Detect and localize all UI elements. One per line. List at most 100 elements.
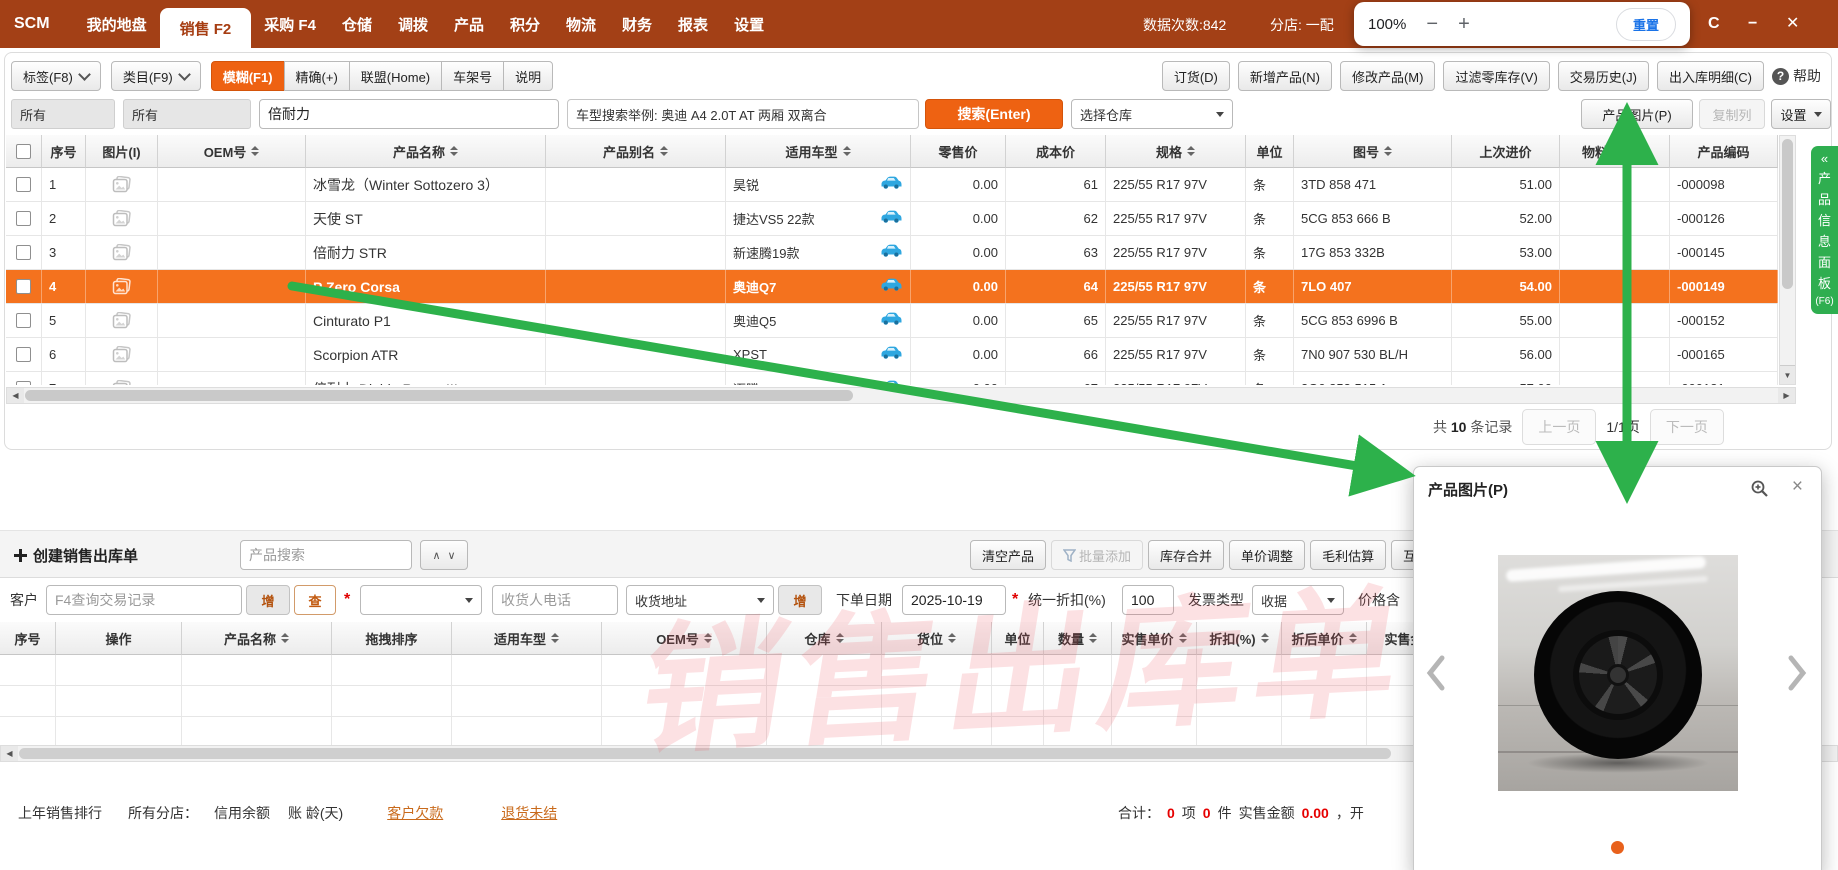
search-button[interactable]: 搜索(Enter) xyxy=(925,99,1063,129)
order-action-button[interactable]: 库存合并 xyxy=(1148,540,1224,570)
nav-tab[interactable]: 设置 xyxy=(721,0,777,48)
search-mode-button[interactable]: 联盟(Home) xyxy=(349,61,442,91)
table-row[interactable]: 3倍耐力 STR新速腾19款0.0063225/55 R17 97V条17G 8… xyxy=(6,236,1778,270)
nav-tab[interactable]: 调拨 xyxy=(385,0,441,48)
horizontal-scrollbar-thumb[interactable] xyxy=(19,748,1391,759)
address-add-button[interactable]: 增 xyxy=(778,585,822,615)
sort-icon[interactable] xyxy=(948,633,956,643)
collapse-down-icon[interactable]: ∨ xyxy=(448,549,456,562)
zoom-reset-button[interactable]: 重置 xyxy=(1616,8,1676,41)
column-header[interactable]: 规格 xyxy=(1106,135,1246,168)
order-action-button[interactable]: 单价调整 xyxy=(1229,540,1305,570)
scroll-left-button[interactable]: ◀ xyxy=(1,746,18,761)
sort-icon[interactable] xyxy=(1187,146,1195,156)
row-checkbox[interactable] xyxy=(16,347,31,362)
collapse-expand-stepper[interactable]: ∧ ∨ xyxy=(420,540,468,570)
return-unsettled-link[interactable]: 退货未结 xyxy=(501,803,557,823)
carousel-next-icon[interactable] xyxy=(1787,655,1807,694)
customer-query-input[interactable]: F4查询交易记录 xyxy=(46,585,242,615)
column-header[interactable]: 产品名称 xyxy=(182,622,332,655)
nav-tab[interactable]: 报表 xyxy=(665,0,721,48)
table-row[interactable]: 1冰雪龙（Winter Sottozero 3）昊锐0.0061225/55 R… xyxy=(6,168,1778,202)
warehouse-select[interactable]: 选择仓库 xyxy=(1071,99,1233,129)
column-header[interactable]: OEM号 xyxy=(602,622,767,655)
sort-icon[interactable] xyxy=(551,633,559,643)
phone-input[interactable]: 收货人电话 xyxy=(492,585,618,615)
zoom-in-button[interactable]: + xyxy=(1458,14,1470,34)
scroll-left-button[interactable]: ◀ xyxy=(7,388,24,403)
column-header[interactable]: 实售单价 xyxy=(1112,622,1197,655)
column-header[interactable]: 货位 xyxy=(882,622,992,655)
sort-icon[interactable] xyxy=(1384,146,1392,156)
row-checkbox[interactable] xyxy=(16,245,31,260)
search-mode-button[interactable]: 模糊(F1) xyxy=(211,61,285,91)
column-header[interactable]: 产品别名 xyxy=(546,135,726,168)
sort-icon[interactable] xyxy=(1179,633,1187,643)
next-page-button[interactable]: 下一页 xyxy=(1650,409,1724,445)
product-action-button[interactable]: 新增产品(N) xyxy=(1238,61,1332,91)
product-search-input[interactable]: 产品搜索 xyxy=(240,540,412,570)
column-header[interactable]: 物料编码 xyxy=(1560,135,1670,168)
nav-tab[interactable]: 产品 xyxy=(441,0,497,48)
invoice-type-select[interactable]: 收据 xyxy=(1252,585,1344,615)
filter-all-1[interactable]: 所有 xyxy=(11,99,115,129)
nav-tab[interactable]: 仓储 xyxy=(329,0,385,48)
sort-icon[interactable] xyxy=(1639,146,1647,156)
filter-dropdown-button[interactable]: 类目(F9) xyxy=(111,61,201,91)
address-select[interactable]: 收货地址 xyxy=(626,585,774,615)
cell-image[interactable] xyxy=(86,236,158,269)
cell-image[interactable] xyxy=(86,338,158,371)
cell-image[interactable] xyxy=(86,270,158,303)
scroll-down-button[interactable]: ▼ xyxy=(1780,365,1795,384)
scroll-right-button[interactable]: ▶ xyxy=(1778,388,1795,403)
row-checkbox[interactable] xyxy=(16,381,31,385)
vertical-scrollbar[interactable]: ▼ xyxy=(1779,135,1796,385)
vehicle-search-input[interactable]: 车型搜索举例: 奥迪 A4 2.0T AT 两厢 双离合 xyxy=(567,99,919,129)
column-header[interactable]: 图号 xyxy=(1294,135,1452,168)
cell-image[interactable] xyxy=(86,372,158,385)
sort-icon[interactable] xyxy=(843,146,851,156)
discount-input[interactable]: 100 xyxy=(1122,585,1174,615)
column-header[interactable]: 数量 xyxy=(1044,622,1112,655)
cell-image[interactable] xyxy=(86,168,158,201)
select-all-checkbox[interactable] xyxy=(16,144,31,159)
zoom-out-button[interactable]: − xyxy=(1426,14,1438,34)
sort-icon[interactable] xyxy=(1261,633,1269,643)
sort-icon[interactable] xyxy=(704,633,712,643)
table-row[interactable]: 7倍耐力 Diablo Rosso III迈腾0.0067225/55 R17 … xyxy=(6,372,1778,385)
table-row[interactable]: 4P Zero Corsa奥迪Q70.0064225/55 R17 97V条7L… xyxy=(6,270,1778,304)
sort-icon[interactable] xyxy=(251,146,259,156)
search-mode-button[interactable]: 车架号 xyxy=(441,61,504,91)
product-action-button[interactable]: 交易历史(J) xyxy=(1558,61,1649,91)
product-action-button[interactable]: 出入库明细(C) xyxy=(1657,61,1764,91)
nav-tab[interactable]: 销售 F2 xyxy=(160,8,252,48)
order-date-input[interactable]: 2025-10-19 xyxy=(902,585,1006,615)
settings-button[interactable]: 设置 xyxy=(1771,99,1831,129)
sort-icon[interactable] xyxy=(1089,633,1097,643)
sort-icon[interactable] xyxy=(450,146,458,156)
nav-tab[interactable]: 我的地盘 xyxy=(74,0,160,48)
column-header[interactable]: 产品名称 xyxy=(306,135,546,168)
order-action-button[interactable]: 清空产品 xyxy=(970,540,1046,570)
filter-all-2[interactable]: 所有 xyxy=(123,99,251,129)
sort-icon[interactable] xyxy=(836,633,844,643)
product-action-button[interactable]: 过滤零库存(V) xyxy=(1443,61,1549,91)
table-row[interactable]: 6Scorpion ATRXPST0.0066225/55 R17 97V条7N… xyxy=(6,338,1778,372)
cell-image[interactable] xyxy=(86,202,158,235)
customer-debt-link[interactable]: 客户欠款 xyxy=(387,803,443,823)
sort-icon[interactable] xyxy=(1349,633,1357,643)
close-icon[interactable]: ✕ xyxy=(1786,14,1799,34)
row-checkbox[interactable] xyxy=(16,211,31,226)
table-row[interactable]: 2天使 ST捷达VS5 22款0.0062225/55 R17 97V条5CG … xyxy=(6,202,1778,236)
vertical-scrollbar-thumb[interactable] xyxy=(1782,139,1793,289)
horizontal-scrollbar[interactable]: ◀ ▶ xyxy=(6,387,1796,404)
product-action-button[interactable]: 修改产品(M) xyxy=(1340,61,1436,91)
prev-page-button[interactable]: 上一页 xyxy=(1522,409,1596,445)
carousel-prev-icon[interactable] xyxy=(1426,655,1446,694)
order-action-button[interactable]: 毛利估算 xyxy=(1310,540,1386,570)
nav-tab[interactable]: 采购 F4 xyxy=(251,0,329,48)
row-checkbox[interactable] xyxy=(16,177,31,192)
search-mode-button[interactable]: 说明 xyxy=(503,61,553,91)
nav-tab[interactable]: 积分 xyxy=(497,0,553,48)
sort-icon[interactable] xyxy=(281,633,289,643)
